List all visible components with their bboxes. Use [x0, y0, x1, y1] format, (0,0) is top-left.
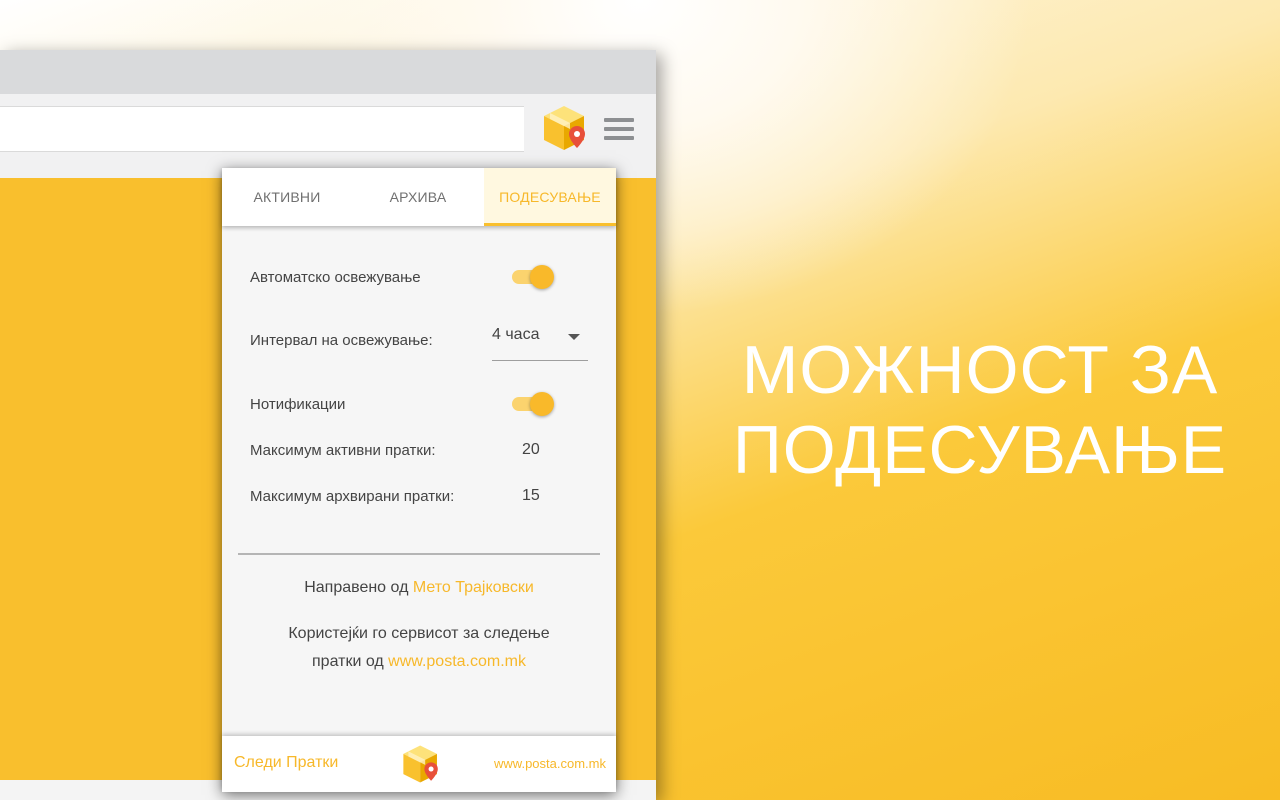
headline: МОЖНОСТ ЗА ПОДЕСУВАЊЕ — [700, 330, 1260, 490]
footer-site-link[interactable]: www.posta.com.mk — [494, 756, 606, 771]
service-line-1: Користејќи го сервисот за следење — [288, 625, 550, 642]
auto-refresh-toggle[interactable] — [510, 264, 554, 289]
footer-brand-link[interactable]: Следи Пратки — [234, 754, 338, 772]
address-bar[interactable] — [0, 106, 524, 152]
max-active-label: Максимум активни пратки: — [250, 442, 436, 459]
popup-footer: Следи Пратки www.posta.com.mk — [222, 736, 616, 792]
tab-archive-label: АРХИВА — [389, 189, 447, 205]
service-prefix: пратки од — [312, 653, 384, 670]
headline-line-2: ПОДЕСУВАЊЕ — [732, 412, 1228, 488]
max-archived-label: Максимум архвирани пратки: — [250, 488, 455, 505]
extension-popup: АКТИВНИ АРХИВА ПОДЕСУВАЊЕ Автоматско осв… — [222, 168, 616, 792]
package-location-icon — [400, 742, 442, 786]
browser-tab-strip — [0, 50, 656, 94]
notifications-toggle[interactable] — [510, 391, 554, 416]
headline-line-1: МОЖНОСТ ЗА — [741, 332, 1219, 408]
tab-settings-label: ПОДЕСУВАЊЕ — [499, 189, 601, 205]
hamburger-menu-icon[interactable] — [604, 118, 634, 142]
tab-archive[interactable]: АРХИВА — [352, 168, 484, 226]
notifications-label: Нотификации — [250, 396, 346, 413]
active-tab-indicator — [484, 223, 616, 226]
service-link[interactable]: www.posta.com.mk — [388, 653, 526, 670]
package-location-icon[interactable] — [540, 102, 590, 154]
service-line-2: пратки од www.posta.com.mk — [222, 648, 616, 676]
made-by-prefix: Направено од — [304, 579, 409, 596]
popup-tab-bar: АКТИВНИ АРХИВА ПОДЕСУВАЊЕ — [222, 168, 616, 226]
tab-active-label: АКТИВНИ — [253, 189, 321, 205]
made-by-line: Направено од Мето Трајковски — [222, 574, 616, 602]
chevron-down-icon — [568, 334, 580, 340]
tab-active[interactable]: АКТИВНИ — [222, 168, 352, 226]
max-archived-value[interactable]: 15 — [522, 487, 540, 505]
tab-settings[interactable]: ПОДЕСУВАЊЕ — [484, 168, 616, 226]
divider — [238, 553, 600, 555]
author-link[interactable]: Мето Трајковски — [413, 579, 534, 596]
interval-select[interactable]: 4 часа — [492, 318, 588, 361]
max-active-value[interactable]: 20 — [522, 441, 540, 459]
interval-value: 4 часа — [492, 326, 540, 343]
auto-refresh-label: Автоматско освежување — [250, 269, 421, 286]
interval-label: Интервал на освежување: — [250, 332, 433, 349]
